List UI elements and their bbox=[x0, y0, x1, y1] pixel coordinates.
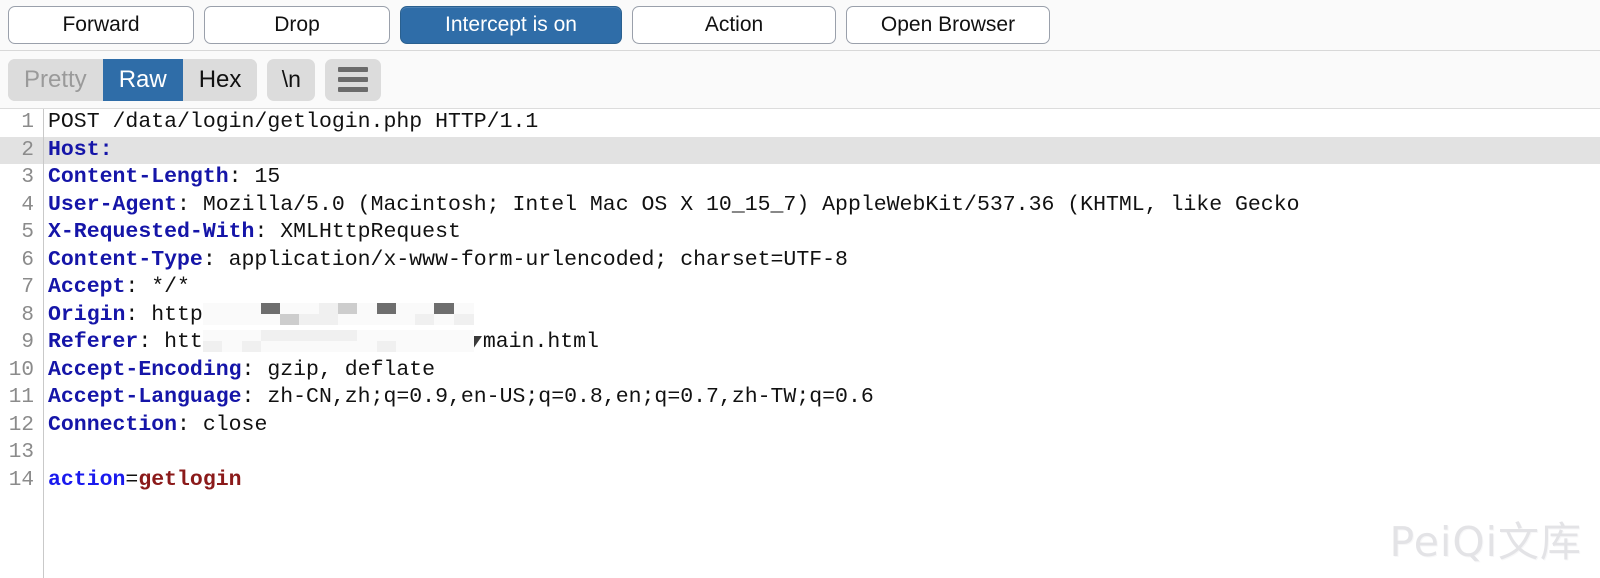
code-token: Host: bbox=[48, 137, 113, 162]
line-number: 6 bbox=[21, 248, 34, 272]
code-token: : XMLHttpRequest bbox=[254, 220, 461, 244]
line-content: User-Agent: Mozilla/5.0 (Macintosh; Inte… bbox=[43, 192, 1600, 220]
message-menu-button[interactable] bbox=[325, 58, 382, 101]
code-line[interactable]: 9 Referer: htt main.html bbox=[0, 329, 1600, 357]
view-mode-tabs: Pretty Raw Hex bbox=[8, 58, 258, 101]
code-token: : http bbox=[125, 302, 203, 327]
code-token: : gzip, deflate bbox=[241, 357, 436, 382]
code-token: : Mozilla/5.0 (Macintosh; Intel Mac OS X… bbox=[177, 192, 1300, 217]
line-number: 11 bbox=[8, 386, 34, 409]
line-number: 1 bbox=[21, 111, 34, 134]
line-content: POST /data/login/getlogin.php HTTP/1.1 bbox=[43, 109, 1600, 137]
code-token: POST /data/login/getlogin.php HTTP/1.1 bbox=[48, 110, 539, 134]
code-token: Accept-Encoding bbox=[48, 357, 242, 382]
code-line[interactable]: 2 Host: bbox=[0, 136, 1600, 165]
line-content: Origin: http bbox=[43, 302, 1600, 330]
code-line[interactable]: 1 POST /data/login/getlogin.php HTTP/1.1 bbox=[0, 109, 1600, 137]
code-token: : htt bbox=[138, 330, 203, 354]
code-token: Origin bbox=[48, 302, 126, 327]
line-number: 13 bbox=[8, 441, 34, 464]
open-browser-button[interactable]: Open Browser bbox=[846, 6, 1050, 44]
line-content: Content-Length: 15 bbox=[43, 164, 1600, 192]
code-token: Content-Length bbox=[48, 165, 229, 189]
code-token: : 15 bbox=[228, 165, 281, 189]
line-content: Accept-Encoding: gzip, deflate bbox=[43, 357, 1600, 385]
message-view-toolbar: Pretty Raw Hex \n bbox=[0, 51, 1600, 109]
tab-hex[interactable]: Hex bbox=[182, 58, 258, 101]
code-token: Connection bbox=[48, 412, 178, 437]
code-token: : application/x-www-form-urlencoded; cha… bbox=[202, 247, 848, 272]
action-button[interactable]: Action bbox=[632, 6, 836, 44]
watermark-label: PeiQi文库 bbox=[1389, 518, 1582, 566]
line-content: Referer: htt main.html bbox=[43, 329, 1600, 357]
action-toolbar: Forward Drop Intercept is on Action Open… bbox=[0, 0, 1600, 51]
line-number: 3 bbox=[21, 166, 34, 189]
line-number: 7 bbox=[21, 276, 34, 299]
line-content: Accept-Language: zh-CN,zh;q=0.9,en-US;q=… bbox=[43, 384, 1600, 412]
newline-toggle-button[interactable]: \n bbox=[267, 58, 316, 101]
forward-button[interactable]: Forward bbox=[8, 6, 194, 44]
line-number: 5 bbox=[21, 221, 34, 244]
line-number: 4 bbox=[21, 193, 34, 217]
tab-pretty[interactable]: Pretty bbox=[8, 58, 103, 101]
code-token: Accept bbox=[48, 275, 126, 299]
code-line[interactable]: 12 Connection: close bbox=[0, 412, 1600, 440]
line-content: X-Requested-With: XMLHttpRequest bbox=[43, 219, 1600, 247]
code-line[interactable]: 10 Accept-Encoding: gzip, deflate bbox=[0, 357, 1600, 385]
redacted-region bbox=[202, 302, 474, 325]
code-token: main.html bbox=[482, 330, 599, 354]
intercept-toggle-button[interactable]: Intercept is on bbox=[400, 6, 622, 44]
redacted-region bbox=[202, 330, 474, 353]
code-token: : */* bbox=[125, 275, 190, 299]
line-content: action=getlogin bbox=[43, 467, 1600, 495]
code-line[interactable]: 6 Content-Type: application/x-www-form-ur… bbox=[0, 247, 1600, 275]
code-token: getlogin bbox=[138, 467, 242, 492]
line-number: 10 bbox=[8, 358, 34, 382]
code-line[interactable]: 5 X-Requested-With: XMLHttpRequest bbox=[0, 219, 1600, 247]
tab-raw[interactable]: Raw bbox=[102, 58, 183, 101]
code-line[interactable]: 13 bbox=[0, 439, 1600, 467]
http-request-editor[interactable]: 1 POST /data/login/getlogin.php HTTP/1.1 2… bbox=[0, 109, 1600, 578]
drop-button[interactable]: Drop bbox=[204, 6, 390, 44]
line-content: Content-Type: application/x-www-form-url… bbox=[43, 247, 1600, 275]
hamburger-menu-icon bbox=[338, 67, 369, 92]
code-token: Accept-Language bbox=[48, 385, 242, 409]
code-line[interactable]: 8 Origin: http bbox=[0, 302, 1600, 330]
line-number: 8 bbox=[21, 303, 34, 327]
code-line[interactable]: 11 Accept-Language: zh-CN,zh;q=0.9,en-US;… bbox=[0, 384, 1600, 412]
code-token: : close bbox=[177, 412, 268, 437]
code-line[interactable]: 14 action=getlogin bbox=[0, 467, 1600, 495]
code-token: Content-Type bbox=[48, 247, 203, 272]
code-token: User-Agent bbox=[48, 192, 178, 217]
code-token: Referer bbox=[48, 330, 139, 354]
line-number: 2 bbox=[21, 138, 34, 162]
line-content: Connection: close bbox=[43, 412, 1600, 440]
line-number: 14 bbox=[8, 468, 34, 492]
code-line[interactable]: 3 Content-Length: 15 bbox=[0, 164, 1600, 192]
line-number: 12 bbox=[8, 413, 34, 437]
code-token: = bbox=[125, 467, 139, 492]
code-token: : zh-CN,zh;q=0.9,en-US;q=0.8,en;q=0.7,zh… bbox=[241, 385, 874, 409]
burp-proxy-intercept-panel: Forward Drop Intercept is on Action Open… bbox=[0, 0, 1600, 578]
code-token: X-Requested-With bbox=[48, 220, 255, 244]
code-token: action bbox=[48, 467, 126, 492]
line-content: Accept: */* bbox=[43, 274, 1600, 302]
code-line[interactable]: 7 Accept: */* bbox=[0, 274, 1600, 302]
text-cursor-icon bbox=[472, 336, 482, 349]
line-number: 9 bbox=[21, 331, 34, 354]
line-content: Host: bbox=[43, 137, 1600, 165]
code-line[interactable]: 4 User-Agent: Mozilla/5.0 (Macintosh; Int… bbox=[0, 192, 1600, 220]
